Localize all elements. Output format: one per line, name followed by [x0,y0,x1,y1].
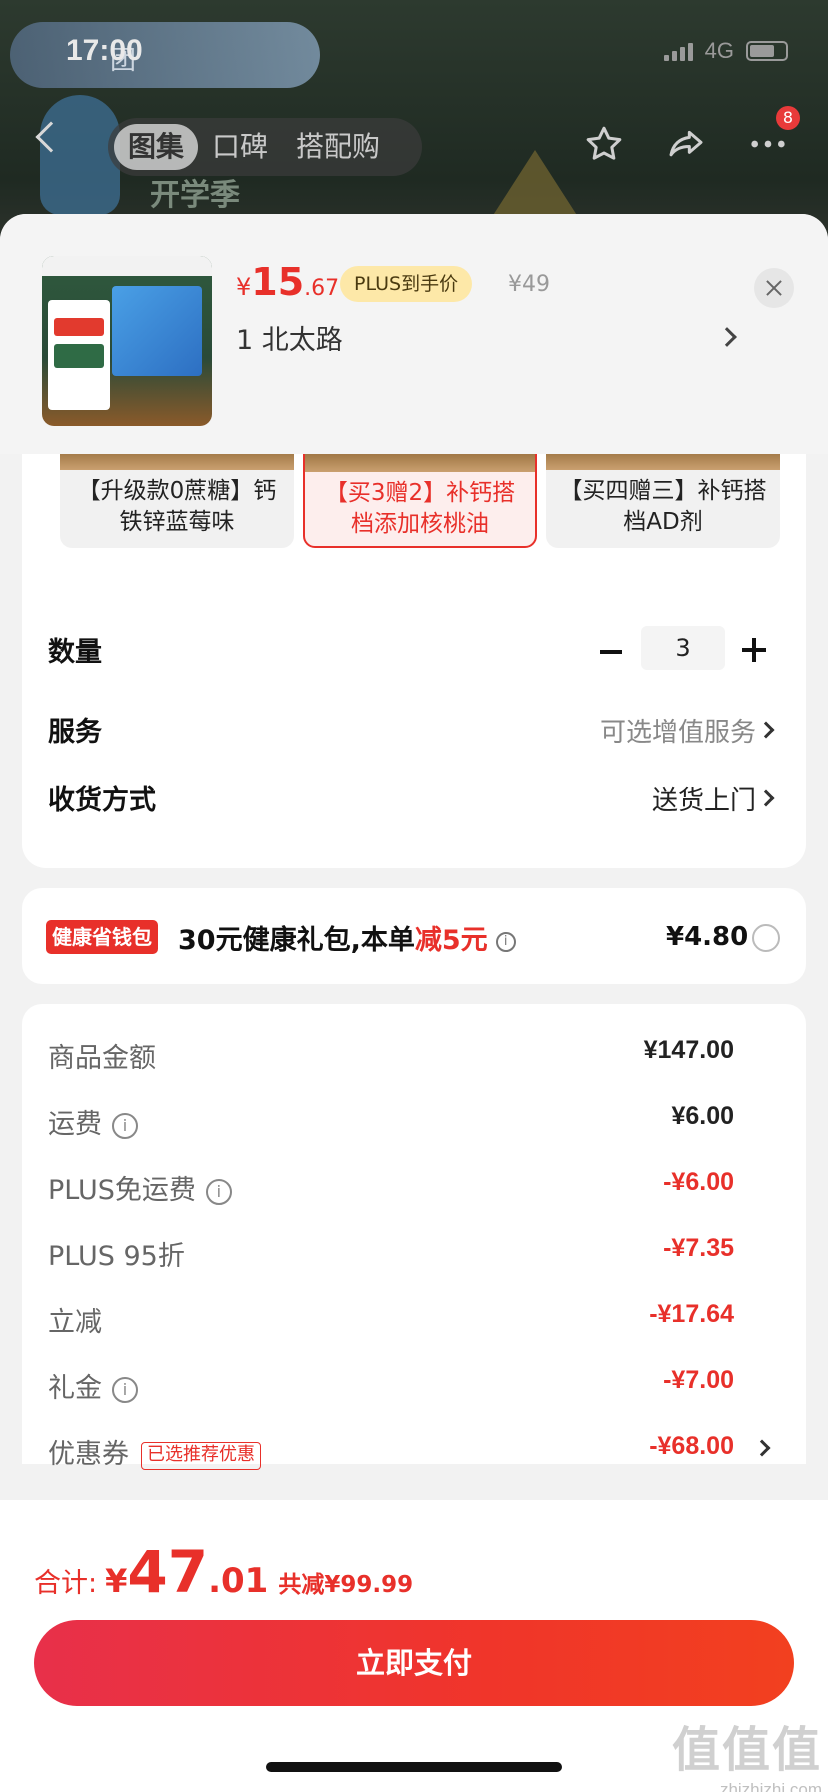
wallet-text: 30元健康礼包,本单减5元 i [178,918,516,957]
notification-badge: 8 [776,106,800,130]
chevron-right-icon[interactable] [757,721,775,739]
delivery-method-label: 收货方式 [48,785,156,816]
status-indicators: 4G [663,38,788,64]
quantity-label: 数量 [48,637,102,668]
summary-row: 商品金额 ¥147.00 [48,1036,734,1074]
star-icon[interactable] [584,124,624,164]
signal-icon [663,41,693,61]
tab-gallery[interactable]: 图集 [114,124,199,170]
share-icon[interactable] [666,124,706,164]
more-icon[interactable] [748,124,788,164]
total-saved: 共减¥99.99 [278,1572,414,1598]
health-wallet-card[interactable]: 健康省钱包 30元健康礼包,本单减5元 i ¥4.80 [22,888,806,984]
summary-row: 立减 -¥17.64 [48,1300,734,1338]
checkout-footer: 合计: ¥ 47 .01 共减¥99.99 立即支付 值值值 zhizhizhi… [0,1500,828,1792]
price-summary-card: 商品金额 ¥147.00 运费 i ¥6.00 PLUS免运费 i -¥6.00 P… [22,1004,806,1470]
home-indicator[interactable] [266,1762,562,1772]
product-header: ¥ 15 .67 PLUS到手价 ¥49 1 北太路 [0,214,828,454]
tab-bundle[interactable]: 搭配购 [282,124,394,170]
variant-label: 【升级款0蔗糖】钙铁锌蓝莓味 [77,478,277,535]
original-price: ¥49 [508,272,550,297]
coupon-row[interactable]: 优惠券 已选推荐优惠 -¥68.00 [22,1430,806,1470]
wallet-tag: 健康省钱包 [46,920,158,954]
plus-price-tag: PLUS到手价 [340,266,473,302]
background-mascot [40,95,120,215]
coupon-tag: 已选推荐优惠 [141,1441,261,1470]
wallet-price: ¥4.80 [666,922,749,952]
background-ad-banner [10,22,320,88]
info-icon[interactable]: i [112,1376,138,1403]
product-thumbnail [42,256,212,426]
status-time: 17:00 [66,34,143,67]
chevron-right-icon[interactable] [717,327,737,347]
service-label: 服务 [48,717,102,748]
background-season-text: 开学季 [150,178,240,213]
pay-now-button[interactable]: 立即支付 [34,1620,794,1706]
network-type: 4G [704,38,734,63]
more-menu[interactable]: 8 [748,106,800,164]
variant-label: 【买3赠2】补钙搭档添加核桃油 [324,480,516,537]
chevron-right-icon[interactable] [757,789,775,807]
summary-row: PLUS 95折 -¥7.35 [48,1234,734,1272]
tab-reviews[interactable]: 口碑 [198,124,282,170]
battery-icon [746,41,788,61]
info-icon[interactable]: i [205,1178,232,1205]
delivery-method-value[interactable]: 送货上门 [652,780,756,817]
quantity-decrease-button[interactable] [600,650,622,654]
summary-row: PLUS免运费 i -¥6.00 [48,1168,734,1206]
product-price: ¥ 15 .67 [236,260,340,304]
service-value[interactable]: 可选增值服务 [600,712,756,749]
watermark-logo: 值值值 zhizhizhi.com [671,1722,822,1792]
quantity-input[interactable]: 3 [641,626,725,670]
order-total: 合计: ¥ 47 .01 共减¥99.99 [34,1538,414,1606]
chevron-right-icon[interactable] [753,1439,771,1457]
close-button[interactable] [754,268,794,308]
delivery-address[interactable]: 1 北太路 [236,318,343,357]
summary-row: 礼金 i -¥7.00 [48,1366,734,1404]
wallet-radio[interactable] [752,924,780,952]
summary-row: 运费 i ¥6.00 [48,1102,734,1140]
nav-tabs: 图集 口碑 搭配购 [108,118,422,176]
variant-label: 【买四赠三】补钙搭档AD剂 [559,478,767,535]
options-card: 【升级款0蔗糖】钙铁锌蓝莓味 【买3赠2】补钙搭档添加核桃油 【买四赠三】补钙搭… [22,414,806,868]
nav-actions: 8 [584,106,800,164]
info-icon[interactable]: i [495,931,516,952]
quantity-increase-button[interactable] [742,638,766,662]
info-icon[interactable]: i [112,1112,138,1139]
background-warning-shape [490,150,580,220]
